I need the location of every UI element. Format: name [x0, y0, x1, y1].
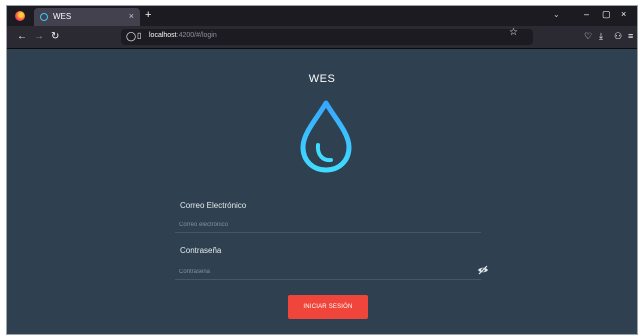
email-field[interactable]	[175, 218, 481, 233]
navigation-toolbar: ← → ↻ ◯ ▯ localhost:4200/#/login ☆ ♡ ⤓ ⚇…	[7, 26, 637, 49]
forward-arrow-icon[interactable]: →	[34, 31, 44, 42]
download-icon[interactable]: ⤓	[599, 31, 603, 42]
password-field[interactable]	[175, 265, 488, 280]
bookmark-star-icon[interactable]: ☆	[509, 27, 518, 38]
tab-title: WES	[53, 12, 72, 21]
password-label: Contraseña	[180, 246, 222, 255]
tab-close-icon[interactable]: ×	[129, 11, 134, 21]
back-arrow-icon[interactable]: ←	[17, 31, 27, 42]
minimize-icon[interactable]: –	[584, 9, 589, 19]
new-tab-button[interactable]: +	[145, 9, 151, 21]
window-close-icon[interactable]: ×	[621, 9, 626, 19]
tab-list-chevron-icon[interactable]: ⌄	[553, 10, 560, 19]
app-title: WES	[308, 73, 336, 85]
extensions-icon[interactable]: ⚇	[614, 31, 622, 42]
url-text[interactable]: localhost:4200/#/login	[149, 32, 217, 39]
menu-icon[interactable]: ≡	[628, 31, 633, 41]
wes-favicon-icon	[40, 13, 48, 21]
password-input[interactable]	[179, 266, 459, 278]
url-host: localhost	[149, 32, 177, 39]
reload-icon[interactable]: ↻	[51, 31, 59, 42]
url-path: :4200/#/login	[176, 32, 217, 39]
login-page: WES Correo Electrónico Contraseña	[7, 49, 637, 334]
email-label: Correo Electrónico	[180, 201, 247, 210]
eye-slash-icon[interactable]	[477, 265, 489, 275]
address-bar[interactable]: ◯ ▯ localhost:4200/#/login	[121, 29, 533, 45]
water-drop-logo-icon	[300, 100, 352, 173]
maximize-icon[interactable]: ▢	[602, 9, 611, 20]
browser-window: WES × + ⌄ – ▢ × ← → ↻ ◯ ▯ localhost:4200…	[6, 5, 638, 335]
tab-bar: WES × + ⌄ – ▢ ×	[7, 6, 637, 26]
pocket-icon[interactable]: ♡	[584, 31, 592, 42]
shield-icon[interactable]: ◯	[126, 31, 136, 42]
tab-wes[interactable]: WES ×	[34, 8, 140, 26]
firefox-logo-icon	[15, 11, 25, 21]
page-info-icon[interactable]: ▯	[137, 31, 141, 40]
email-input[interactable]	[179, 219, 459, 231]
login-button[interactable]: INICIAR SESIÓN	[288, 295, 368, 319]
